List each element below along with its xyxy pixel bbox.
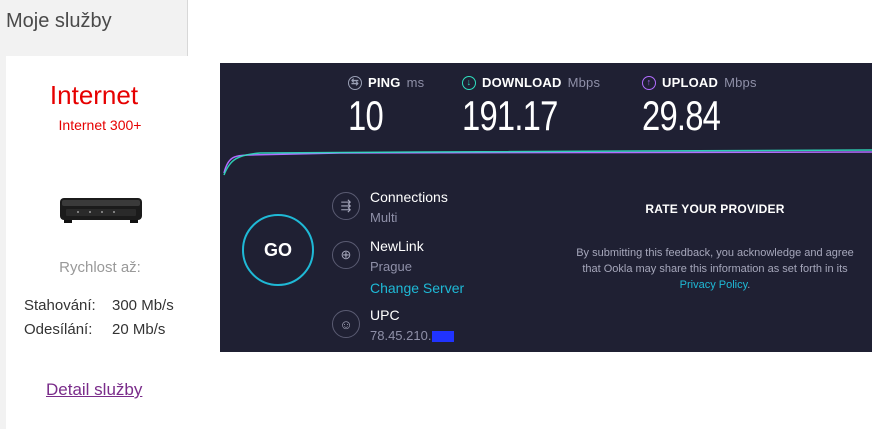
upload-icon: ↑ bbox=[642, 75, 656, 90]
speedtest-panel: ⇆ PING ms 10 ↓ DOWNLOAD Mbps 191.17 ↑ UP… bbox=[220, 63, 872, 352]
connections-icon: ⇶ bbox=[332, 192, 360, 220]
upload-label: UPLOAD bbox=[662, 75, 719, 90]
download-icon: ↓ bbox=[462, 75, 476, 90]
rate-text-tail: . bbox=[747, 279, 751, 291]
service-card bbox=[6, 56, 188, 429]
upload-label: Odesílání: bbox=[24, 321, 93, 338]
upload-value: 29.84 bbox=[642, 92, 721, 139]
my-services-panel: Moje služby Internet Internet 300+ Rychl… bbox=[0, 0, 188, 429]
download-value: 191.17 bbox=[462, 92, 558, 139]
privacy-policy-link[interactable]: Privacy Policy bbox=[680, 279, 748, 291]
connections-value[interactable]: Multi bbox=[370, 210, 397, 225]
download-label: Stahování: bbox=[24, 297, 96, 314]
server-location: Prague bbox=[370, 259, 412, 274]
ip-address-text: 78.45.210. bbox=[370, 328, 432, 343]
server-name: NewLink bbox=[370, 238, 424, 254]
service-detail-link[interactable]: Detail služby bbox=[46, 380, 142, 400]
download-unit: Mbps bbox=[567, 75, 601, 90]
ip-redaction-mark bbox=[432, 331, 455, 343]
router-image bbox=[60, 198, 142, 223]
service-plan: Internet 300+ bbox=[58, 117, 142, 133]
ping-value: 10 bbox=[348, 92, 384, 139]
service-name: Internet bbox=[49, 80, 139, 110]
rate-provider-text: By submitting this feedback, you acknowl… bbox=[570, 245, 860, 293]
ping-unit: ms bbox=[406, 75, 425, 90]
connections-title: Connections bbox=[370, 189, 448, 205]
ping-icon: ⇆ bbox=[348, 75, 362, 90]
ip-address: 78.45.210. bbox=[370, 328, 455, 343]
download-value: 300 Mb/s bbox=[112, 297, 174, 314]
globe-icon: ⊕ bbox=[332, 241, 360, 269]
speed-heading: Rychlost až: bbox=[59, 259, 141, 276]
change-server-link[interactable]: Change Server bbox=[370, 280, 464, 296]
speed-graph bbox=[223, 149, 872, 176]
rate-provider-title: RATE YOUR PROVIDER bbox=[645, 202, 785, 216]
ping-metric: ⇆ PING ms 10 bbox=[348, 75, 424, 140]
download-label: DOWNLOAD bbox=[482, 75, 562, 90]
rate-text-body: By submitting this feedback, you acknowl… bbox=[576, 247, 854, 275]
upload-value: 20 Mb/s bbox=[112, 321, 166, 338]
go-button[interactable]: GO bbox=[242, 214, 314, 286]
isp-name: UPC bbox=[370, 307, 400, 323]
upload-metric: ↑ UPLOAD Mbps 29.84 bbox=[642, 75, 757, 140]
download-metric: ↓ DOWNLOAD Mbps 191.17 bbox=[462, 75, 600, 140]
ping-label: PING bbox=[368, 75, 401, 90]
panel-title: Moje služby bbox=[6, 10, 112, 32]
user-icon: ☺ bbox=[332, 310, 360, 338]
upload-unit: Mbps bbox=[724, 75, 757, 90]
